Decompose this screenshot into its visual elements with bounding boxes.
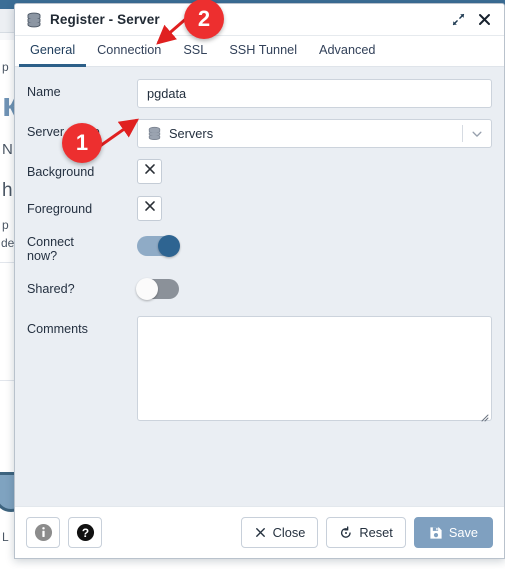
close-button[interactable]: Close — [240, 517, 319, 548]
backdrop-text-fragment: L — [2, 530, 9, 544]
save-button-label: Save — [448, 525, 478, 540]
field-row-name: Name — [15, 79, 504, 108]
help-button[interactable]: ? — [68, 517, 102, 548]
background-color-swatch[interactable] — [137, 159, 162, 184]
backdrop-text-fragment: de — [1, 236, 15, 250]
footer-left-buttons: ? — [26, 517, 241, 548]
reset-button-label: Reset — [359, 525, 393, 540]
backdrop-text-fragment: N — [2, 141, 13, 158]
tab-general[interactable]: General — [19, 36, 87, 67]
dialog-footer: ? Close Reset Save — [15, 506, 504, 558]
info-icon — [34, 523, 53, 542]
close-x-icon — [254, 526, 267, 539]
close-icon[interactable] — [471, 7, 497, 33]
toggle-knob — [158, 235, 180, 257]
server-group-select[interactable]: Servers — [137, 119, 492, 148]
toggle-knob — [136, 278, 158, 300]
annotation-badge-number: 1 — [75, 130, 89, 155]
foreground-color-swatch[interactable] — [137, 196, 162, 221]
connect-now-toggle[interactable] — [137, 235, 180, 257]
reset-button[interactable]: Reset — [326, 517, 406, 548]
save-button[interactable]: Save — [413, 517, 493, 548]
server-stack-icon — [26, 12, 42, 28]
annotation-badge-number: 2 — [197, 6, 211, 31]
svg-text:?: ? — [81, 526, 88, 540]
field-row-background: Background — [15, 159, 504, 185]
annotation-badge-2: 2 — [184, 0, 224, 39]
dialog-titlebar[interactable]: Register - Server — [15, 4, 504, 36]
comments-label: Comments — [27, 322, 88, 336]
tab-label: SSL — [183, 43, 208, 57]
name-label: Name — [27, 85, 61, 99]
field-row-comments: Comments — [15, 316, 504, 422]
name-input[interactable] — [137, 79, 492, 108]
annotation-badge-1: 1 — [62, 123, 102, 163]
server-group-value: Servers — [169, 126, 214, 141]
clear-color-x-icon — [143, 162, 157, 181]
connect-now-label: Connect now? — [27, 233, 137, 263]
dialog-tabbar: General Connection SSL SSH Tunnel Advanc… — [15, 36, 504, 67]
tab-connection[interactable]: Connection — [86, 36, 172, 67]
save-disk-icon — [429, 526, 443, 540]
connect-now-label-line2: now? — [27, 249, 58, 263]
field-row-foreground: Foreground — [15, 196, 504, 222]
server-group-icon — [147, 126, 162, 141]
clear-color-x-icon — [143, 199, 157, 218]
field-row-connect-now: Connect now? — [15, 233, 504, 263]
tab-label: General — [30, 43, 76, 57]
tab-label: SSH Tunnel — [229, 43, 298, 57]
connect-now-label-line1: Connect — [27, 235, 74, 249]
register-server-dialog: Register - Server General Connection SSL… — [14, 3, 505, 559]
reset-icon — [339, 525, 353, 540]
chevron-down-icon[interactable] — [463, 127, 491, 141]
comments-textarea[interactable] — [137, 316, 492, 421]
tab-advanced[interactable]: Advanced — [308, 36, 386, 67]
backdrop-text-fragment: h — [2, 180, 13, 201]
close-button-label: Close — [272, 525, 306, 540]
field-row-shared: Shared? — [15, 276, 504, 302]
info-button[interactable] — [26, 517, 60, 548]
backdrop-text-fragment: p — [2, 60, 9, 74]
backdrop-text-fragment: p — [2, 218, 9, 232]
tab-label: Advanced — [319, 43, 376, 57]
tab-ssh-tunnel[interactable]: SSH Tunnel — [218, 36, 308, 67]
tab-ssl[interactable]: SSL — [172, 36, 218, 67]
help-icon: ? — [76, 523, 95, 542]
shared-toggle[interactable] — [136, 278, 179, 300]
maximize-icon[interactable] — [445, 7, 471, 33]
shared-label: Shared? — [27, 282, 75, 296]
footer-right-buttons: Close Reset Save — [240, 517, 493, 548]
foreground-label: Foreground — [27, 202, 93, 216]
dialog-title: Register - Server — [50, 12, 160, 27]
tab-label: Connection — [97, 43, 162, 57]
